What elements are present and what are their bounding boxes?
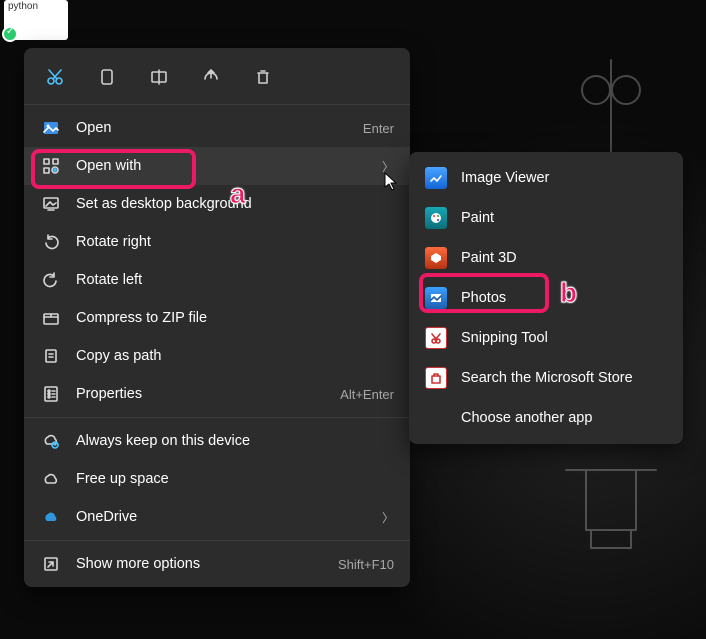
submenu-snipping-tool[interactable]: Snipping Tool — [409, 318, 683, 358]
cloud-pin-icon — [40, 430, 62, 452]
menu-always-keep[interactable]: Always keep on this device — [24, 422, 410, 460]
menu-open-with-label: Open with — [76, 158, 374, 174]
menu-rotate-right-label: Rotate right — [76, 234, 394, 250]
menu-properties-shortcut: Alt+Enter — [340, 387, 394, 402]
menu-always-keep-label: Always keep on this device — [76, 433, 394, 449]
file-thumbnail[interactable]: python — [4, 0, 68, 40]
menu-open-label: Open — [76, 120, 363, 136]
menu-open-with[interactable]: Open with 〉 — [24, 147, 410, 185]
chevron-right-icon: 〉 — [382, 509, 394, 526]
menu-rotate-left-label: Rotate left — [76, 272, 394, 288]
submenu-paint-label: Paint — [461, 210, 494, 226]
menu-set-bg-label: Set as desktop background — [76, 196, 394, 212]
menu-rotate-right[interactable]: Rotate right — [24, 223, 410, 261]
rename-button[interactable] — [146, 64, 172, 90]
more-options-icon — [40, 553, 62, 575]
submenu-paint3d-label: Paint 3D — [461, 250, 517, 266]
menu-onedrive-label: OneDrive — [76, 509, 374, 525]
menu-more-options-label: Show more options — [76, 556, 338, 572]
submenu-choose-label: Choose another app — [461, 410, 592, 426]
rotate-right-icon — [40, 231, 62, 253]
menu-onedrive[interactable]: OneDrive 〉 — [24, 498, 410, 536]
store-icon — [425, 367, 447, 389]
submenu-paint[interactable]: Paint — [409, 198, 683, 238]
blank-icon — [425, 407, 447, 429]
file-thumbnail-label: python — [8, 1, 38, 12]
divider — [24, 540, 410, 541]
desktop-bg-icon — [40, 193, 62, 215]
menu-free-up-label: Free up space — [76, 471, 394, 487]
submenu-choose-another-app[interactable]: Choose another app — [409, 398, 683, 438]
copy-button[interactable] — [94, 64, 120, 90]
share-icon — [201, 67, 221, 87]
menu-copy-as-path[interactable]: Copy as path — [24, 337, 410, 375]
properties-icon — [40, 383, 62, 405]
image-viewer-icon — [425, 167, 447, 189]
submenu-image-viewer-label: Image Viewer — [461, 170, 549, 186]
cut-button[interactable] — [42, 64, 68, 90]
menu-compress-zip[interactable]: Compress to ZIP file — [24, 299, 410, 337]
snipping-tool-icon — [425, 327, 447, 349]
submenu-image-viewer[interactable]: Image Viewer — [409, 158, 683, 198]
rotate-left-icon — [40, 269, 62, 291]
paint-icon — [425, 207, 447, 229]
submenu-microsoft-store[interactable]: Search the Microsoft Store — [409, 358, 683, 398]
paint3d-icon — [425, 247, 447, 269]
divider — [24, 417, 410, 418]
menu-compress-label: Compress to ZIP file — [76, 310, 394, 326]
menu-properties-label: Properties — [76, 386, 340, 402]
menu-more-options-shortcut: Shift+F10 — [338, 557, 394, 572]
submenu-photos-label: Photos — [461, 290, 506, 306]
divider — [24, 104, 410, 105]
sync-badge-icon — [2, 26, 18, 42]
menu-set-desktop-background[interactable]: Set as desktop background — [24, 185, 410, 223]
image-icon — [40, 117, 62, 139]
copy-icon — [97, 67, 117, 87]
onedrive-icon — [40, 506, 62, 528]
submenu-snipping-label: Snipping Tool — [461, 330, 548, 346]
scissors-icon — [45, 67, 65, 87]
delete-button[interactable] — [250, 64, 276, 90]
open-with-icon — [40, 155, 62, 177]
chevron-right-icon: 〉 — [382, 158, 394, 175]
menu-free-up-space[interactable]: Free up space — [24, 460, 410, 498]
menu-show-more-options[interactable]: Show more options Shift+F10 — [24, 545, 410, 583]
copy-path-icon — [40, 345, 62, 367]
menu-copy-path-label: Copy as path — [76, 348, 394, 364]
open-with-submenu: Image Viewer Paint Paint 3D Photos Snipp… — [409, 152, 683, 444]
menu-properties[interactable]: Properties Alt+Enter — [24, 375, 410, 413]
menu-open-shortcut: Enter — [363, 121, 394, 136]
submenu-store-label: Search the Microsoft Store — [461, 370, 633, 386]
submenu-paint3d[interactable]: Paint 3D — [409, 238, 683, 278]
photos-icon — [425, 287, 447, 309]
zip-icon — [40, 307, 62, 329]
rename-icon — [149, 67, 169, 87]
submenu-photos[interactable]: Photos — [409, 278, 683, 318]
cloud-icon — [40, 468, 62, 490]
menu-rotate-left[interactable]: Rotate left — [24, 261, 410, 299]
share-button[interactable] — [198, 64, 224, 90]
trash-icon — [253, 67, 273, 87]
context-toolbar — [24, 52, 410, 100]
menu-open[interactable]: Open Enter — [24, 109, 410, 147]
context-menu: Open Enter Open with 〉 Set as desktop ba… — [24, 48, 410, 587]
